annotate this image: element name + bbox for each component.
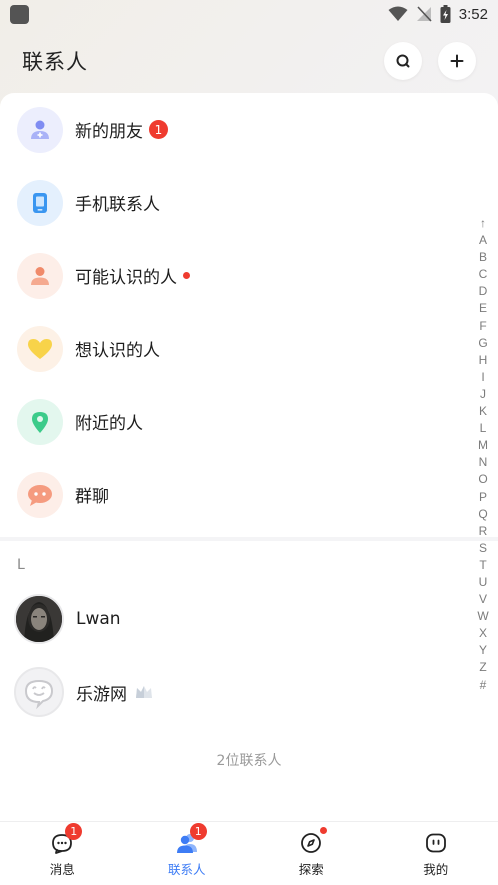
- avatar: [14, 594, 64, 644]
- contacts-panel: 新的朋友 1 手机联系人 可能认识的人 想认识的人 附近的人 群聊 L Lwan…: [0, 93, 498, 821]
- alpha-letter[interactable]: C: [479, 266, 488, 283]
- alpha-letter[interactable]: I: [481, 369, 484, 386]
- contact-name: Lwan: [76, 609, 121, 629]
- phone-icon: [17, 179, 63, 226]
- search-icon: [396, 54, 410, 68]
- tab-label: 联系人: [167, 862, 206, 877]
- contacts-icon: 1: [174, 823, 207, 856]
- menu-label: 手机联系人: [75, 195, 160, 215]
- alpha-letter[interactable]: Q: [478, 506, 487, 523]
- contact-row[interactable]: Lwan: [0, 583, 470, 655]
- add-button[interactable]: [438, 42, 476, 80]
- contact-row[interactable]: 乐游网: [0, 656, 470, 728]
- menu-item-want-to-know[interactable]: 想认识的人: [0, 312, 470, 385]
- alpha-letter[interactable]: S: [479, 540, 487, 557]
- compass-icon: [298, 827, 328, 856]
- alpha-letter[interactable]: D: [479, 283, 488, 300]
- person-icon: [17, 252, 63, 299]
- search-button[interactable]: [384, 42, 422, 80]
- menu-label: 附近的人: [75, 414, 143, 434]
- menu-item-group-chat[interactable]: 群聊: [0, 458, 470, 531]
- menu-label: 群聊: [75, 487, 109, 507]
- section-letter: L: [17, 557, 25, 573]
- bottom-tab-bar: 1 消息 1 联系人 探索 我的: [0, 821, 498, 885]
- tab-messages[interactable]: 1 消息: [0, 822, 125, 885]
- tab-contacts[interactable]: 1 联系人: [125, 822, 250, 885]
- section-divider: [0, 537, 498, 541]
- alpha-letter[interactable]: M: [478, 437, 488, 454]
- page-title: 联系人: [22, 50, 88, 74]
- avatar: [14, 667, 64, 717]
- alpha-letter[interactable]: P: [479, 489, 487, 506]
- contact-name: 乐游网: [76, 684, 127, 705]
- menu-label: 可能认识的人: [75, 268, 177, 288]
- alpha-letter[interactable]: H: [479, 352, 488, 369]
- alpha-letter[interactable]: B: [479, 249, 487, 266]
- menu-label: 新的朋友: [75, 122, 143, 142]
- alpha-letter[interactable]: V: [479, 591, 487, 608]
- menu-item-nearby-people[interactable]: 附近的人: [0, 385, 470, 458]
- alpha-letter[interactable]: E: [479, 300, 487, 317]
- location-icon: [17, 398, 63, 445]
- header: 联系人: [0, 36, 498, 86]
- alpha-letter[interactable]: T: [479, 557, 486, 574]
- alpha-letter[interactable]: N: [479, 454, 488, 471]
- red-dot-badge: [183, 272, 190, 279]
- contacts-badge: 1: [189, 823, 207, 840]
- battery-icon: [440, 5, 451, 23]
- alpha-letter[interactable]: Y: [479, 642, 487, 659]
- alpha-letter[interactable]: W: [477, 608, 488, 625]
- alpha-letter[interactable]: A: [479, 232, 487, 249]
- alpha-up-arrow[interactable]: ↑: [480, 215, 486, 232]
- profile-face-icon: [423, 830, 449, 856]
- alpha-letter[interactable]: O: [478, 471, 487, 488]
- alpha-letter[interactable]: R: [479, 523, 488, 540]
- alpha-letter[interactable]: K: [479, 403, 487, 420]
- alpha-letter[interactable]: X: [479, 625, 487, 642]
- alpha-hash[interactable]: #: [480, 677, 487, 694]
- menu-label: 想认识的人: [75, 341, 160, 361]
- alphabet-index[interactable]: ↑ A B C D E F G H I J K L M N O P Q R S …: [474, 215, 492, 694]
- wifi-icon: [388, 6, 408, 21]
- messages-badge: 1: [65, 823, 83, 840]
- heart-icon: [17, 325, 63, 372]
- alpha-letter[interactable]: F: [479, 318, 486, 335]
- alpha-letter[interactable]: U: [479, 574, 488, 591]
- status-time: 3:52: [458, 5, 488, 23]
- alpha-letter[interactable]: L: [480, 420, 487, 437]
- menu-item-new-friends[interactable]: 新的朋友 1: [0, 93, 470, 166]
- alpha-letter[interactable]: Z: [479, 659, 486, 676]
- alpha-letter[interactable]: G: [478, 335, 487, 352]
- explore-dot-badge: [320, 827, 328, 834]
- menu-item-people-you-may-know[interactable]: 可能认识的人: [0, 239, 470, 312]
- add-user-icon: [17, 106, 63, 153]
- no-signal-icon: [416, 6, 432, 22]
- tab-label: 探索: [298, 862, 324, 877]
- notification-app-icon: [10, 4, 29, 24]
- plus-icon: [450, 54, 464, 68]
- tab-label: 我的: [423, 862, 449, 877]
- tab-me[interactable]: 我的: [374, 822, 498, 885]
- new-friends-badge: 1: [149, 120, 168, 139]
- contact-count: 2位联系人: [216, 753, 282, 769]
- tab-explore[interactable]: 探索: [249, 822, 374, 885]
- menu-item-phone-contacts[interactable]: 手机联系人: [0, 166, 470, 239]
- status-bar: 3:52: [0, 0, 498, 28]
- alpha-letter[interactable]: J: [480, 386, 486, 403]
- group-chat-icon: [17, 471, 63, 518]
- tab-label: 消息: [49, 862, 75, 877]
- chat-bubble-icon: 1: [49, 823, 83, 856]
- crown-icon: [136, 686, 152, 698]
